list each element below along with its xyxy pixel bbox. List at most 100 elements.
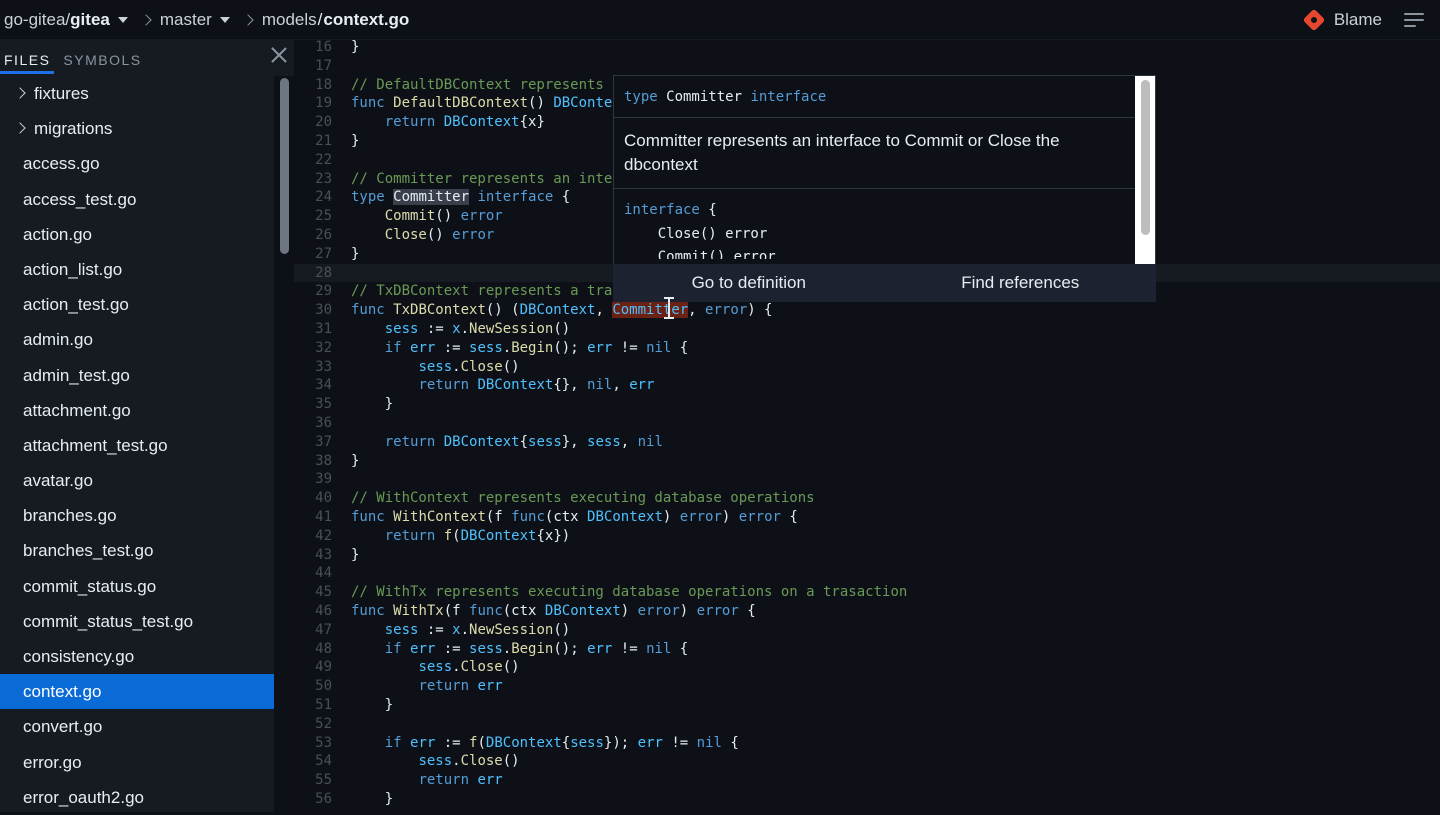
- code-token: (f: [485, 509, 512, 525]
- menu-icon[interactable]: [1404, 12, 1424, 28]
- code-line[interactable]: 36: [294, 414, 1440, 433]
- file-item[interactable]: attachment.go: [0, 393, 274, 428]
- code-line[interactable]: 48 if err := sess.Begin(); err != nil {: [294, 640, 1440, 659]
- file-item[interactable]: action_list.go: [0, 252, 274, 287]
- file-item[interactable]: commit_status_test.go: [0, 604, 274, 639]
- go-to-definition-button[interactable]: Go to definition: [613, 264, 885, 302]
- symbol-reference[interactable]: Committer: [612, 302, 689, 319]
- code-line[interactable]: 47 sess := x.NewSession(): [294, 621, 1440, 640]
- file-item[interactable]: context.go: [0, 674, 274, 710]
- file-item[interactable]: avatar.go: [0, 463, 274, 498]
- line-number: 35: [315, 396, 332, 413]
- close-icon[interactable]: [270, 46, 288, 64]
- code-token: () (: [485, 302, 520, 319]
- tab-files[interactable]: FILES: [0, 52, 55, 74]
- file-item[interactable]: admin.go: [0, 322, 274, 357]
- repo-selector[interactable]: go-gitea/gitea: [4, 10, 138, 30]
- hover-tooltip: type Committer interface Committer repre…: [613, 75, 1156, 302]
- code-line[interactable]: 51 }: [294, 696, 1440, 715]
- sidebar-scrollbar[interactable]: [274, 76, 294, 812]
- code-line[interactable]: 56 }: [294, 790, 1440, 809]
- chevron-right-icon: [14, 122, 26, 134]
- file-item[interactable]: convert.go: [0, 709, 274, 744]
- line-number: 49: [315, 659, 332, 676]
- code-token: sess: [570, 734, 604, 751]
- code-token: }: [351, 245, 360, 262]
- file-item[interactable]: consistency.go: [0, 639, 274, 674]
- file-item[interactable]: branches_test.go: [0, 533, 274, 568]
- file-item[interactable]: commit_status.go: [0, 569, 274, 604]
- file-item[interactable]: branches.go: [0, 498, 274, 533]
- code-token: error: [696, 603, 739, 619]
- code-line[interactable]: 41 func WithContext(f func(ctx DBContext)…: [294, 508, 1440, 527]
- code-token: sess: [469, 339, 503, 356]
- code-text: // WithTx represents executing database …: [351, 583, 907, 602]
- code-line[interactable]: 52: [294, 715, 1440, 734]
- find-references-button[interactable]: Find references: [885, 264, 1157, 302]
- code-token: error: [452, 227, 495, 243]
- code-line[interactable]: 53 if err := f(DBContext{sess}); err != …: [294, 734, 1440, 753]
- file-item[interactable]: action_test.go: [0, 287, 274, 322]
- file-item[interactable]: error.go: [0, 745, 274, 780]
- symbol-reference[interactable]: Committer: [393, 189, 470, 206]
- line-number: 36: [315, 415, 332, 431]
- code-token: {: [738, 603, 756, 619]
- scrollbar-thumb[interactable]: [280, 78, 289, 254]
- line-number: 23: [315, 170, 332, 187]
- folder-item[interactable]: fixtures: [0, 76, 274, 111]
- file-item[interactable]: action.go: [0, 217, 274, 252]
- branch-name: master: [159, 9, 212, 29]
- scrollbar-thumb[interactable]: [1141, 80, 1150, 235]
- code-token: }: [351, 546, 360, 563]
- code-line[interactable]: 32 if err := sess.Begin(); err != nil {: [294, 339, 1440, 358]
- breadcrumb-dir[interactable]: models: [262, 10, 317, 30]
- code-line[interactable]: 40 // WithContext represents executing da…: [294, 489, 1440, 508]
- hover-scrollbar[interactable]: [1135, 76, 1155, 264]
- file-item[interactable]: attachment_test.go: [0, 428, 274, 463]
- file-item[interactable]: admin_test.go: [0, 358, 274, 393]
- code-text: sess.Close(): [351, 752, 519, 771]
- line-number: 21: [315, 133, 332, 149]
- folder-item[interactable]: migrations: [0, 111, 274, 146]
- code-line[interactable]: 34 return DBContext{}, nil, err: [294, 376, 1440, 395]
- code-line[interactable]: 45 // WithTx represents executing databas…: [294, 583, 1440, 602]
- code-token: .: [460, 621, 470, 638]
- file-item[interactable]: access.go: [0, 146, 274, 181]
- code-token: nil: [696, 734, 722, 751]
- code-text: if err := sess.Begin(); err != nil {: [351, 339, 689, 358]
- code-line[interactable]: 39: [294, 470, 1440, 489]
- code-token: type: [351, 189, 394, 206]
- code-line[interactable]: 44: [294, 564, 1440, 583]
- tab-symbols[interactable]: SYMBOLS: [59, 52, 145, 74]
- code-line[interactable]: 42 return f(DBContext{x}): [294, 527, 1440, 546]
- code-token: .: [502, 640, 512, 657]
- line-number: 43: [315, 546, 332, 563]
- file-item[interactable]: access_test.go: [0, 182, 274, 217]
- code-line[interactable]: 54 sess.Close(): [294, 752, 1440, 771]
- code-token: func: [351, 603, 394, 619]
- code-line[interactable]: 43}: [294, 546, 1440, 565]
- code-line[interactable]: 38}: [294, 452, 1440, 471]
- code-line[interactable]: 17: [294, 57, 1440, 76]
- code-line[interactable]: 55 return err: [294, 771, 1440, 790]
- code-line[interactable]: 50 return err: [294, 677, 1440, 696]
- code-line[interactable]: 30 func TxDBContext() (DBContext, Committ…: [294, 301, 1440, 320]
- code-line[interactable]: 16}: [294, 38, 1440, 57]
- branch-selector[interactable]: master: [160, 10, 240, 30]
- code-token: :=: [418, 321, 453, 337]
- code-token: .: [502, 339, 512, 356]
- code-line[interactable]: 49 sess.Close(): [294, 658, 1440, 677]
- code-line[interactable]: 46 func WithTx(f func(ctx DBContext) erro…: [294, 602, 1440, 621]
- file-item[interactable]: error_oauth2.go: [0, 780, 274, 815]
- blame-button[interactable]: Blame: [1334, 10, 1382, 30]
- line-number: 51: [315, 697, 332, 713]
- code-text: }: [351, 790, 393, 809]
- code-line[interactable]: 31 sess := x.NewSession(): [294, 320, 1440, 339]
- code-line[interactable]: 33 sess.Close(): [294, 358, 1440, 377]
- code-line[interactable]: 35 }: [294, 395, 1440, 414]
- code-line[interactable]: 37 return DBContext{sess}, sess, nil: [294, 433, 1440, 452]
- code-token: }: [351, 133, 360, 149]
